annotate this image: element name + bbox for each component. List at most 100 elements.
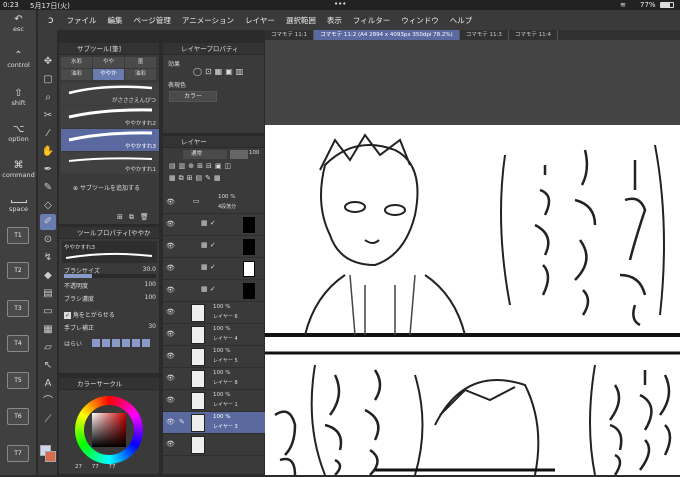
layer-row[interactable]: 👁 100 % レイヤー 4 [163,324,266,346]
eye-icon[interactable]: 👁 [166,352,175,360]
eyedropper-icon[interactable]: ⁄ [40,126,56,142]
opacity-row[interactable]: 不透明度 100 [64,281,156,290]
subtool-tab-yayaka[interactable]: ややか [93,69,124,80]
saturation-box[interactable] [92,413,126,447]
sub-color-swatch[interactable] [45,451,56,462]
layer-tool-icons-2[interactable]: ▦⧉⊞▤✎▦ [169,174,224,183]
layer-row[interactable]: 👁 100 % レイヤー 1 [163,390,266,412]
pen-tool-icon[interactable]: ✒ [40,162,56,178]
brush-density-row[interactable]: ブラシ濃度 100 [64,294,156,303]
eye-icon[interactable]: 👁 [166,330,175,338]
command-button[interactable]: ⌘ command [0,160,37,179]
sharpen-corners-row[interactable]: ✓ 角をとがらせる [64,310,156,319]
blend-mode-select[interactable]: 通常 [183,150,227,159]
manga-page[interactable] [265,125,680,476]
eye-icon[interactable]: 👁 [166,198,175,206]
layer-row[interactable]: 👁 ▦ ✓ [163,214,266,236]
eraser-tool-icon[interactable]: ◇ [40,198,56,214]
layer-row[interactable]: 👁 ▦ ✓ [163,280,266,302]
subtool-tab-oil2[interactable]: 油彩 [125,69,156,80]
menu-window[interactable]: ウィンドウ [401,15,439,26]
ruler-tool-icon[interactable]: ▱ [40,340,56,356]
select-tool-icon[interactable]: ▢ [40,72,56,88]
key-t2[interactable]: T2 [7,262,29,279]
layer-row[interactable]: 👁 100 % レイヤー 8 [163,368,266,390]
color-wheel[interactable] [75,396,143,464]
menu-filter[interactable]: フィルター [353,15,390,26]
balloon-tool-icon[interactable]: ⌒ [40,394,56,410]
layer-row[interactable]: 👁 [163,434,266,456]
eye-icon[interactable]: 👁 [166,286,175,294]
layer-row[interactable]: 👁 ▦ ✓ [163,258,266,280]
eye-icon[interactable]: 👁 [166,374,175,382]
option-button[interactable]: ⌥ option [0,124,37,143]
zoom-tool-icon[interactable]: ⌕ [40,90,56,106]
subtool-tab-yaya[interactable]: やや [93,57,124,68]
blend-tool-icon[interactable]: ↯ [40,250,56,266]
status-bar: 0:23 5月17日(火) ••• ≋ 77% [0,0,680,10]
eye-icon[interactable]: 👁 [166,440,175,448]
menu-file[interactable]: ファイル [67,15,97,26]
menu-view[interactable]: 表示 [327,15,342,26]
move-tool-icon[interactable]: ✥ [40,54,56,70]
control-button[interactable]: ⌃ control [0,50,37,69]
add-subtool-button[interactable]: ⊕ サブツールを追加する [73,183,140,192]
brush-item-selected[interactable]: ややかすれ3 [61,129,159,151]
space-button[interactable]: space [0,196,37,213]
stabilization-row[interactable]: 手ブレ補正 30 [64,323,156,332]
eye-icon[interactable]: 👁 [166,264,175,272]
taper-row[interactable]: はらい [64,339,156,348]
frame-tool-icon[interactable]: ▦ [40,322,56,338]
canvas-area[interactable] [265,40,680,476]
key-t7[interactable]: T7 [7,445,29,462]
menu-help[interactable]: ヘルプ [450,15,473,26]
fill-tool-icon[interactable]: ◆ [40,268,56,284]
eye-icon[interactable]: 👁 [166,308,175,316]
color-mode-select[interactable]: カラー [169,91,217,102]
correct-line-tool-icon[interactable]: ⟋ [40,412,56,428]
menu-page[interactable]: ページ管理 [134,15,171,26]
effect-icons[interactable]: ◯⊡▦▣▥ [193,67,246,76]
subtool-tab-oil[interactable]: 油彩 [61,69,92,80]
eye-icon[interactable]: 👁 [166,396,175,404]
opacity-slider[interactable] [230,150,248,159]
shift-button[interactable]: ⇧ shift [0,88,37,107]
figure-tool-icon[interactable]: ▭ [40,304,56,320]
layer-row[interactable]: 👁 ▦ ✓ [163,236,266,258]
menu-edit[interactable]: 編集 [108,15,123,26]
key-t3[interactable]: T3 [7,300,29,317]
brush-item[interactable]: ややかすれ2 [61,106,159,128]
eye-icon[interactable]: 👁 [166,220,175,228]
subtool-tab-ink[interactable]: 墨 [125,57,156,68]
key-t1[interactable]: T1 [7,227,29,244]
lasso-tool-icon[interactable]: ✂ [40,108,56,124]
multitask-dots[interactable]: ••• [334,0,346,8]
subtool-footer-icons[interactable]: ⊞⧉🗑 [117,213,155,222]
brush-item[interactable]: ややかすれ1 [61,152,159,174]
brush-item[interactable]: がさささえんぴつ [61,83,159,105]
menu-animation[interactable]: アニメーション [182,15,234,26]
layer-row[interactable]: 👁 100 % レイヤー 5 [163,346,266,368]
esc-button[interactable]: ↶ esc [0,14,37,33]
text-tool-icon[interactable]: A [40,376,56,392]
airbrush-tool-icon[interactable]: ⊙ [40,232,56,248]
subtool-tab-watercolor[interactable]: 水彩 [61,57,92,68]
layer-folder-row[interactable]: 👁 ▭ 100 % 4段落分 [163,192,266,214]
layer-row-selected[interactable]: 👁 ✎ 100 % レイヤー 3 [163,412,266,434]
hand-tool-icon[interactable]: ✋ [40,144,56,160]
layer-row[interactable]: 👁 100 % レイヤー 6 [163,302,266,324]
brush-tool-icon[interactable]: ✐ [40,214,56,230]
key-t6[interactable]: T6 [7,408,29,425]
vector-tool-icon[interactable]: ↖ [40,358,56,374]
app-logo-icon[interactable]: ↄ [48,15,54,26]
layer-tool-icons[interactable]: ▤▥⊕⊞⊟▣◫ [169,162,234,170]
eye-icon[interactable]: 👁 [166,242,175,250]
eye-icon[interactable]: 👁 [166,418,175,426]
pencil-tool-icon[interactable]: ✎ [40,180,56,196]
key-t5[interactable]: T5 [7,372,29,389]
checkbox-checked-icon[interactable]: ✓ [64,312,71,319]
key-t4[interactable]: T4 [7,335,29,352]
gradient-tool-icon[interactable]: ▤ [40,286,56,302]
menu-selection[interactable]: 選択範囲 [286,15,316,26]
menu-layer[interactable]: レイヤー [245,15,275,26]
